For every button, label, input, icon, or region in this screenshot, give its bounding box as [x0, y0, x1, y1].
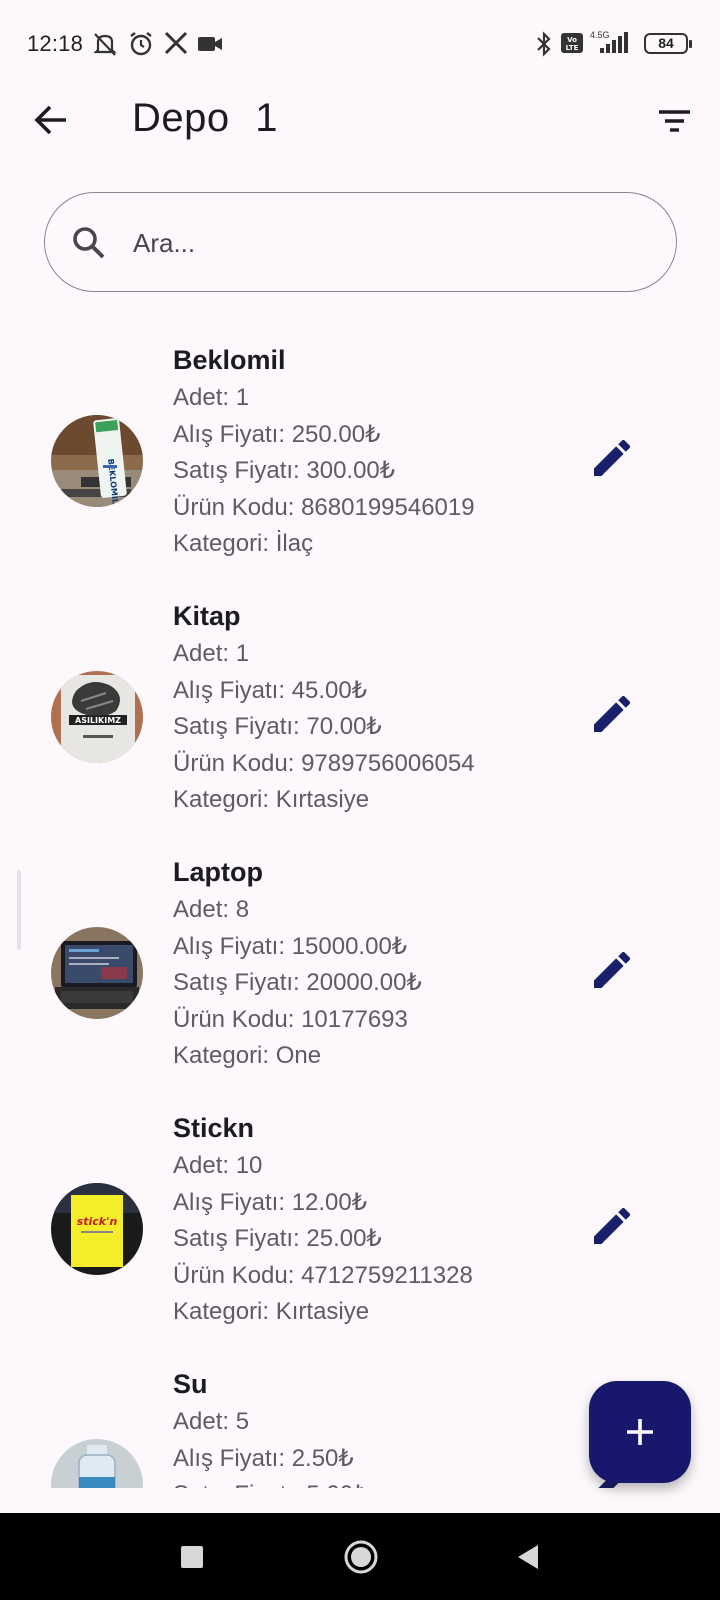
product-quantity: Adet: 1: [173, 384, 250, 411]
product-code: Ürün Kodu: 8680199546019: [173, 493, 475, 521]
signal-icon: [594, 30, 634, 61]
back-button[interactable]: [30, 98, 74, 142]
page-title: Depo 1: [132, 96, 278, 140]
product-quantity: Adet: 8: [173, 896, 250, 923]
product-info: Su Adet: 5 Alış Fiyatı: 2.50₺ Satış Fiya…: [173, 1364, 368, 1488]
product-info: Beklomil Adet: 1 Alış Fiyatı: 250.00₺ Sa…: [173, 340, 475, 563]
search-icon: [69, 223, 109, 263]
product-buy-price: Alış Fiyatı: 12.00₺: [173, 1188, 368, 1216]
scroll-indicator[interactable]: [17, 870, 21, 950]
svg-text:ASILIKIMZ: ASILIKIMZ: [75, 716, 121, 725]
filter-button[interactable]: [652, 100, 696, 144]
product-code: Ürün Kodu: 10177693: [173, 1005, 408, 1033]
mute-icon: [91, 30, 119, 63]
video-icon: [196, 30, 224, 63]
filter-icon: [659, 110, 690, 132]
x-icon: [163, 30, 189, 61]
svg-text:Vo: Vo: [567, 36, 577, 44]
bluetooth-icon: [534, 30, 554, 63]
screen: 12:18 Vo LTE 4.5G 84 Depo 1 Ara... BEKLO…: [0, 0, 720, 1600]
product-image: [51, 927, 143, 1019]
status-time: 12:18: [27, 31, 84, 56]
edit-button[interactable]: [588, 690, 636, 738]
product-category: Kategori: Kırtasiye: [173, 786, 370, 813]
product-info: Laptop Adet: 8 Alış Fiyatı: 15000.00₺ Sa…: [173, 852, 422, 1075]
edit-icon: [594, 695, 631, 732]
product-list[interactable]: BEKLOMIL Beklomil Adet: 1 Alış Fiyatı: 2…: [0, 330, 720, 1488]
product-quantity: Adet: 10: [173, 1152, 263, 1179]
list-item[interactable]: stick'n Stickn Adet: 10 Alış Fiyatı: 12.…: [0, 1108, 720, 1364]
edit-icon: [594, 439, 631, 476]
product-buy-price: Alış Fiyatı: 45.00₺: [173, 676, 368, 704]
product-code: Ürün Kodu: 9789756006054: [173, 749, 475, 777]
product-sell-price: Satış Fiyatı: 70.00₺: [173, 713, 382, 740]
product-sell-price: Satış Fiyatı: 300.00₺: [173, 457, 396, 484]
back-triangle-icon[interactable]: [508, 1537, 548, 1577]
product-name: Laptop: [173, 857, 263, 887]
list-item[interactable]: Laptop Adet: 8 Alış Fiyatı: 15000.00₺ Sa…: [0, 852, 720, 1108]
system-nav-bar: [0, 1513, 720, 1600]
product-buy-price: Alış Fiyatı: 250.00₺: [173, 420, 381, 448]
edit-button[interactable]: [588, 1202, 636, 1250]
product-code: Ürün Kodu: 4712759211328: [173, 1261, 473, 1289]
product-sell-price: Satış Fiyatı: 5.00₺: [173, 1477, 368, 1488]
product-image: stick'n: [51, 1183, 143, 1275]
add-product-button[interactable]: [589, 1381, 691, 1483]
product-image: ASILIKIMZ: [51, 671, 143, 763]
product-sell-price: Satış Fiyatı: 20000.00₺: [173, 969, 422, 996]
edit-icon: [594, 951, 631, 988]
product-category: Kategori: İlaç: [173, 530, 314, 557]
product-category: Kategori: Kırtasiye: [173, 1298, 370, 1325]
volte-icon: Vo LTE: [560, 30, 584, 61]
alarm-icon: [127, 30, 155, 63]
add-icon: [627, 1419, 653, 1445]
product-image: BEKLOMIL: [51, 415, 143, 507]
product-buy-price: Alış Fiyatı: 15000.00₺: [173, 932, 408, 960]
product-info: Kitap Adet: 1 Alış Fiyatı: 45.00₺ Satış …: [173, 596, 475, 819]
product-quantity: Adet: 1: [173, 640, 250, 667]
product-image: [51, 1439, 143, 1488]
search-bar[interactable]: [44, 192, 677, 292]
edit-button[interactable]: [588, 946, 636, 994]
product-info: Stickn Adet: 10 Alış Fiyatı: 12.00₺ Satı…: [173, 1108, 473, 1331]
product-quantity: Adet: 5: [173, 1408, 250, 1435]
edit-icon: [594, 1207, 631, 1244]
list-item[interactable]: ASILIKIMZ Kitap Adet: 1 Alış Fiyatı: 45.…: [0, 596, 720, 852]
product-buy-price: Alış Fiyatı: 2.50₺: [173, 1444, 354, 1472]
product-sell-price: Satış Fiyatı: 25.00₺: [173, 1225, 382, 1252]
product-name: Kitap: [173, 601, 241, 631]
battery-icon: 84: [644, 33, 692, 54]
search-input[interactable]: [133, 221, 633, 265]
product-category: Kategori: One: [173, 1042, 322, 1069]
product-name: Su: [173, 1369, 208, 1399]
arrow-back-icon: [34, 105, 66, 135]
app-bar: Depo 1: [0, 88, 720, 152]
edit-button[interactable]: [588, 434, 636, 482]
svg-text:LTE: LTE: [566, 44, 579, 52]
recents-square-icon[interactable]: [172, 1537, 212, 1577]
product-name: Stickn: [173, 1113, 255, 1143]
home-circle-icon[interactable]: [341, 1537, 381, 1577]
svg-text:stick'n: stick'n: [77, 1215, 118, 1228]
list-item[interactable]: BEKLOMIL Beklomil Adet: 1 Alış Fiyatı: 2…: [0, 340, 720, 596]
status-bar: 12:18 Vo LTE 4.5G 84: [0, 0, 720, 88]
product-name: Beklomil: [173, 345, 286, 375]
